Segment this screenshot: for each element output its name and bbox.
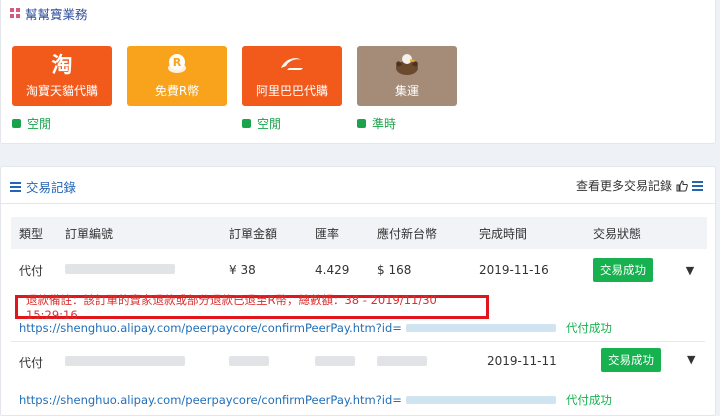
refund-note: 退款備註：該訂單的賣家退款或部分退款已退至R幣，總數額：38 - 2019/11… (15, 293, 489, 322)
col-amount: 訂單金額 (229, 226, 278, 241)
thumbs-up-icon (676, 179, 688, 191)
tile-label: 淘寶天貓代購 (25, 84, 98, 98)
row-rate: 4.429 (315, 263, 350, 277)
col-rate: 匯率 (315, 226, 340, 241)
table-header: 類型 訂單編號 訂單金額 匯率 應付新台幣 完成時間 交易狀態 (11, 217, 707, 249)
status-alibaba: 空閒 (242, 115, 281, 132)
status-shipping: 準時 (357, 115, 396, 132)
col-type: 類型 (19, 226, 44, 241)
row-type: 代付 (19, 263, 44, 278)
services-panel: 幫幫寶業務 淘 淘寶天貓代購 空閒 R 免費R幣 阿里巴巴代購 空閒 集運 準時 (0, 0, 716, 144)
tile-free-r-coin[interactable]: R 免費R幣 (127, 46, 227, 106)
services-header: 幫幫寶業務 (10, 4, 88, 22)
coin-icon: R (127, 52, 227, 76)
row-time: 2019-11-11 (487, 354, 557, 368)
twd-redacted (377, 356, 427, 366)
alibaba-icon (242, 52, 342, 76)
table-row[interactable]: 代付 ¥ 38 4.429 $ 168 2019-11-16 交易成功 ▼ (11, 249, 707, 291)
col-status: 交易狀態 (593, 226, 642, 241)
tile-shipping[interactable]: 集運 (357, 46, 457, 106)
order-no-redacted (65, 356, 185, 366)
menu-icon[interactable] (692, 180, 703, 191)
col-twd: 應付新台幣 (377, 226, 438, 241)
svg-text:R: R (173, 56, 182, 69)
payment-link[interactable]: https://shenghuo.alipay.com/peerpaycore/… (19, 393, 402, 407)
more-records-link[interactable]: 查看更多交易記錄 (576, 177, 703, 194)
order-no-redacted (65, 264, 175, 274)
records-title: 交易記錄 (10, 177, 76, 196)
records-panel: 交易記錄 查看更多交易記錄 類型 訂單編號 訂單金額 匯率 應付新台幣 完成時間… (0, 166, 716, 416)
row-type: 代付 (19, 356, 44, 370)
row-divider (11, 341, 705, 342)
records-table: 類型 訂單編號 訂單金額 匯率 應付新台幣 完成時間 交易狀態 代付 ¥ 38 … (11, 217, 707, 291)
tile-label: 集運 (394, 84, 419, 98)
expand-caret-icon[interactable]: ▼ (687, 353, 695, 366)
row-amount: ¥ 38 (229, 263, 256, 277)
payment-result: 代付成功 (565, 393, 612, 407)
taobao-icon: 淘 (51, 53, 73, 77)
payment-result: 代付成功 (565, 321, 612, 335)
status-badge: 交易成功 (601, 348, 661, 372)
tile-taobao[interactable]: 淘 淘寶天貓代購 (12, 46, 112, 106)
amount-redacted (229, 356, 269, 366)
records-header: 交易記錄 查看更多交易記錄 (1, 167, 715, 204)
tile-label: 免費R幣 (154, 84, 200, 98)
status-dot-icon (357, 119, 366, 128)
payment-link-row: https://shenghuo.alipay.com/peerpaycore/… (19, 320, 612, 336)
col-time: 完成時間 (479, 226, 528, 241)
grid-icon (10, 8, 20, 18)
payment-link[interactable]: https://shenghuo.alipay.com/peerpaycore/… (19, 321, 402, 335)
services-title: 幫幫寶業務 (25, 6, 88, 22)
list-icon (10, 181, 21, 192)
row-twd: $ 168 (377, 263, 412, 277)
tile-label: 阿里巴巴代購 (255, 84, 328, 98)
rate-redacted (315, 356, 355, 366)
tile-alibaba[interactable]: 阿里巴巴代購 (242, 46, 342, 106)
status-dot-icon (12, 119, 21, 128)
status-taobao: 空閒 (12, 115, 51, 132)
link-id-redacted (405, 396, 556, 404)
eagle-icon (357, 52, 457, 76)
row-time: 2019-11-16 (479, 263, 549, 277)
table-row[interactable]: 代付 2019-11-11 交易成功 ▼ (11, 343, 707, 375)
link-id-redacted (405, 324, 556, 332)
col-order-no: 訂單編號 (65, 226, 114, 241)
status-dot-icon (242, 119, 251, 128)
expand-caret-icon[interactable]: ▼ (686, 264, 694, 277)
payment-link-row: https://shenghuo.alipay.com/peerpaycore/… (19, 392, 612, 408)
status-badge: 交易成功 (593, 258, 653, 282)
